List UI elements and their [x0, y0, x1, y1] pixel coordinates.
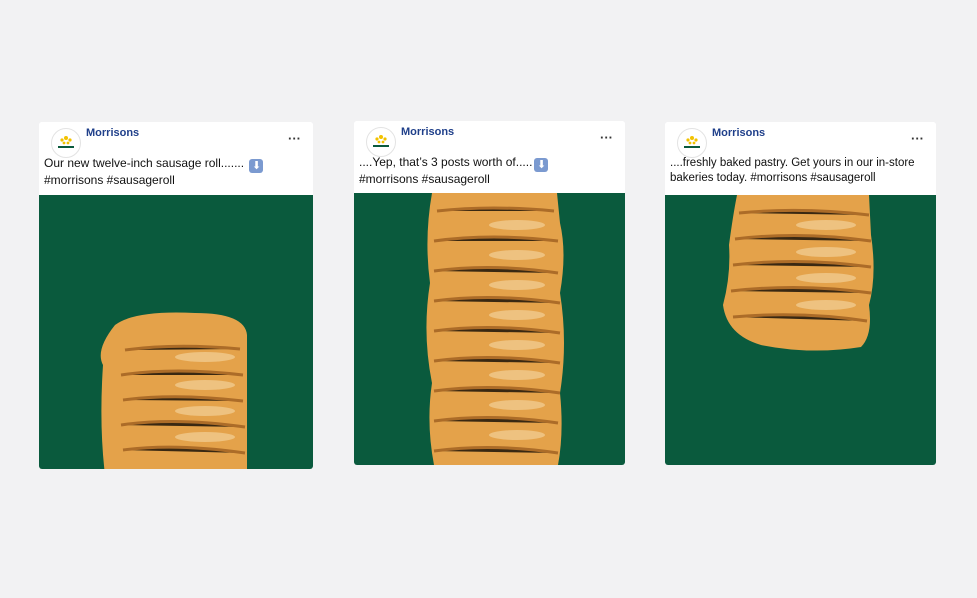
post-card-2: Morrisons ··· ....Yep, that’s 3 posts wo…	[354, 121, 625, 465]
more-options-icon[interactable]: ···	[288, 131, 301, 146]
morrisons-logo-icon[interactable]	[51, 128, 81, 158]
post-header: Morrisons ··· Our new twelve-inch sausag…	[39, 122, 313, 196]
more-options-icon[interactable]: ···	[600, 130, 613, 145]
down-arrow-icon: ⬇	[249, 159, 264, 173]
morrisons-logo-icon[interactable]	[366, 127, 396, 157]
post-caption: Our new twelve-inch sausage roll....... …	[44, 156, 305, 188]
post-image[interactable]	[354, 193, 625, 465]
sausage-roll-image	[426, 193, 564, 465]
morrisons-logo-icon[interactable]	[677, 128, 707, 158]
post-image[interactable]	[39, 195, 313, 469]
down-arrow-icon: ⬇	[534, 158, 549, 172]
caption-line-1: ....freshly baked pastry. Get yours in o…	[670, 157, 915, 169]
post-card-3: Morrisons ··· ....freshly baked pastry. …	[665, 122, 936, 465]
post-caption: ....freshly baked pastry. Get yours in o…	[670, 156, 928, 186]
caption-line-1: ....Yep, that’s 3 posts worth of.....	[359, 155, 533, 169]
post-header: Morrisons ··· ....freshly baked pastry. …	[665, 122, 936, 196]
post-caption: ....Yep, that’s 3 posts worth of..... ⬇ #…	[359, 155, 617, 187]
post-image[interactable]	[665, 195, 936, 465]
post-header: Morrisons ··· ....Yep, that’s 3 posts wo…	[354, 121, 625, 195]
account-name[interactable]: Morrisons	[86, 127, 139, 139]
sausage-roll-image	[100, 312, 247, 469]
sausage-roll-image	[723, 195, 874, 351]
account-name[interactable]: Morrisons	[712, 127, 765, 139]
caption-line-2: #morrisons #sausageroll	[359, 172, 490, 186]
more-options-icon[interactable]: ···	[911, 131, 924, 146]
post-card-1: Morrisons ··· Our new twelve-inch sausag…	[39, 122, 313, 469]
caption-line-1: Our new twelve-inch sausage roll.......	[44, 156, 245, 170]
caption-line-2: #morrisons #sausageroll	[44, 173, 175, 187]
caption-line-2: bakeries today. #morrisons #sausageroll	[670, 172, 876, 184]
account-name[interactable]: Morrisons	[401, 126, 454, 138]
